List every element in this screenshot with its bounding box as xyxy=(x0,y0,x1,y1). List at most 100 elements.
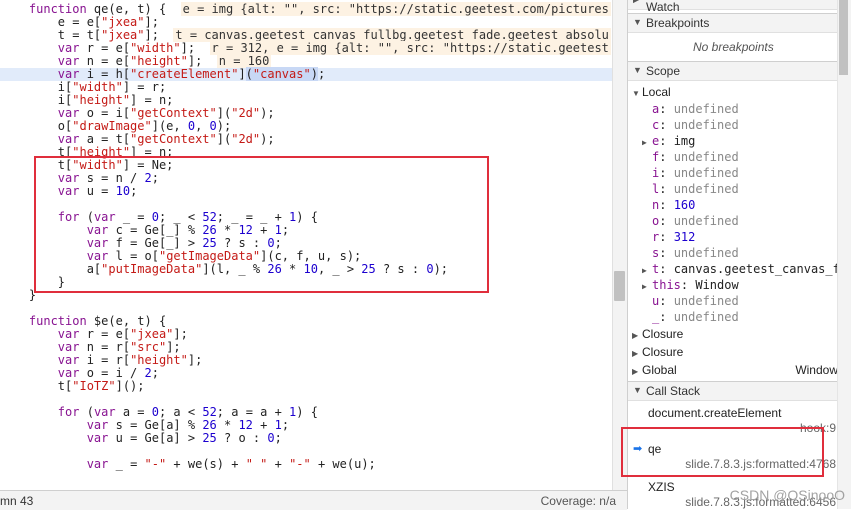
frame-name: XZIS xyxy=(648,480,675,494)
code-token: "getContext" xyxy=(130,106,217,120)
inline-value: e = img {alt: "", src: "https://static.g… xyxy=(180,2,611,16)
separator: : xyxy=(659,102,674,116)
editor-scroll-thumb[interactable] xyxy=(614,271,625,301)
code-token: ]; xyxy=(144,15,159,29)
code-token: i[ xyxy=(0,80,73,94)
editor-scrollbar[interactable] xyxy=(612,0,627,490)
separator: : xyxy=(659,118,674,132)
scope-variable[interactable]: o: undefined xyxy=(642,213,851,229)
code-token: ) { xyxy=(296,405,318,419)
scope-variable[interactable]: n: 160 xyxy=(642,197,851,213)
code-token: "2d" xyxy=(231,106,261,120)
closure-label: Closure xyxy=(642,345,684,359)
variable-value: 312 xyxy=(673,230,696,244)
variable-value: undefined xyxy=(673,246,739,260)
code-token: var xyxy=(86,431,109,445)
scope-variable[interactable]: ▶ t: canvas.geetest_canvas_f xyxy=(642,261,851,277)
separator: : xyxy=(659,294,674,308)
callstack-section-header[interactable]: ▼ Call Stack xyxy=(628,381,851,401)
code-token: t[ xyxy=(0,379,73,393)
sidebar-scroll-thumb[interactable] xyxy=(839,0,848,75)
scope-variable[interactable]: u: undefined xyxy=(642,293,851,309)
scope-variable[interactable]: ▶ this: Window xyxy=(642,277,851,293)
code-token: for xyxy=(57,405,80,419)
code-token: , xyxy=(195,119,210,133)
scope-variable[interactable]: s: undefined xyxy=(642,245,851,261)
code-token: + xyxy=(252,418,275,432)
code-token: ( xyxy=(245,67,253,81)
scope-section-header[interactable]: ▼ Scope xyxy=(628,61,851,81)
code-token: a = xyxy=(115,405,152,419)
code-token: 52 xyxy=(202,405,217,419)
variable-value: Window xyxy=(695,278,739,292)
coverage-status: Coverage: n/a xyxy=(540,494,616,508)
breakpoints-section-header[interactable]: ▼ Breakpoints xyxy=(628,13,851,33)
separator: : xyxy=(680,278,696,292)
code-token: ]; xyxy=(144,28,174,42)
scope-variable[interactable]: f: undefined xyxy=(642,149,851,165)
separator: : xyxy=(659,214,674,228)
code-token: qe(e, t) { xyxy=(86,2,181,16)
cursor-position: mn 43 xyxy=(0,494,34,508)
local-scope-header[interactable]: ▼ Local xyxy=(632,84,842,100)
code-token: "drawImage" xyxy=(72,119,152,133)
expand-icon: ▼ xyxy=(632,89,640,98)
scope-variable[interactable]: r: 312 xyxy=(642,229,851,245)
code-token: a = t[ xyxy=(79,132,131,146)
scope-label: Scope xyxy=(646,64,681,78)
code-token: var xyxy=(57,366,80,380)
code-token: n = e[ xyxy=(79,54,131,68)
code-token: " " xyxy=(245,457,268,471)
scope-variable[interactable]: _: undefined xyxy=(642,309,851,325)
global-scope[interactable]: ▶ Global Window xyxy=(632,362,838,378)
code-line[interactable]: var u = Ge[a] > 25 ? o : 0; xyxy=(0,432,614,445)
expand-icon: ▶ xyxy=(632,367,639,376)
scope-variable[interactable]: l: undefined xyxy=(642,181,851,197)
callstack-highlight-box xyxy=(621,427,824,477)
code-token: i[ xyxy=(0,93,73,107)
code-line[interactable]: var _ = "-" + we(s) + " " + "-" + we(u); xyxy=(0,458,614,471)
separator: : xyxy=(659,182,674,196)
watch-label: Watch xyxy=(646,0,680,14)
code-token: u = Ge[a] > xyxy=(108,431,203,445)
scope-variable[interactable]: i: undefined xyxy=(642,165,851,181)
code-token: ]; xyxy=(173,327,188,341)
closure-scope-2[interactable]: ▶ Closure xyxy=(632,344,842,360)
code-token: var xyxy=(57,353,80,367)
code-token: "-" xyxy=(289,457,311,471)
inline-value: t = canvas.geetest_canvas_fullbg.geetest… xyxy=(173,28,611,42)
code-token: ]; xyxy=(180,41,210,55)
code-token: var xyxy=(57,106,80,120)
scope-variable[interactable]: c: undefined xyxy=(642,117,851,133)
code-token: ]( xyxy=(216,132,232,146)
variable-value: undefined xyxy=(673,214,739,228)
code-token: r = e[ xyxy=(79,327,131,341)
scope-variable[interactable]: ▶ e: img xyxy=(642,133,851,149)
watch-section-header[interactable]: ▶ Watch xyxy=(628,0,851,14)
code-line[interactable]: t["IoTZ"](); xyxy=(0,380,614,393)
code-token: "getContext" xyxy=(130,132,217,146)
expand-icon: ▼ xyxy=(633,385,642,395)
variable-value: undefined xyxy=(673,310,739,324)
code-token: ; xyxy=(281,418,290,432)
variable-value: undefined xyxy=(673,294,739,308)
code-token: ) xyxy=(310,67,318,81)
scope-variable[interactable]: a: undefined xyxy=(642,101,851,117)
separator: : xyxy=(659,134,674,148)
separator: : xyxy=(659,230,674,244)
code-token: ); xyxy=(260,132,275,146)
code-token: 2 xyxy=(144,366,152,380)
code-token: i = h[ xyxy=(79,67,131,81)
separator: : xyxy=(659,310,674,324)
variable-value: undefined xyxy=(673,182,739,196)
code-token: } xyxy=(0,288,37,302)
closure-scope-1[interactable]: ▶ Closure xyxy=(632,326,842,342)
code-token: "createElement" xyxy=(130,67,239,81)
sidebar-scrollbar[interactable] xyxy=(837,0,851,509)
code-token: 25 xyxy=(202,431,217,445)
